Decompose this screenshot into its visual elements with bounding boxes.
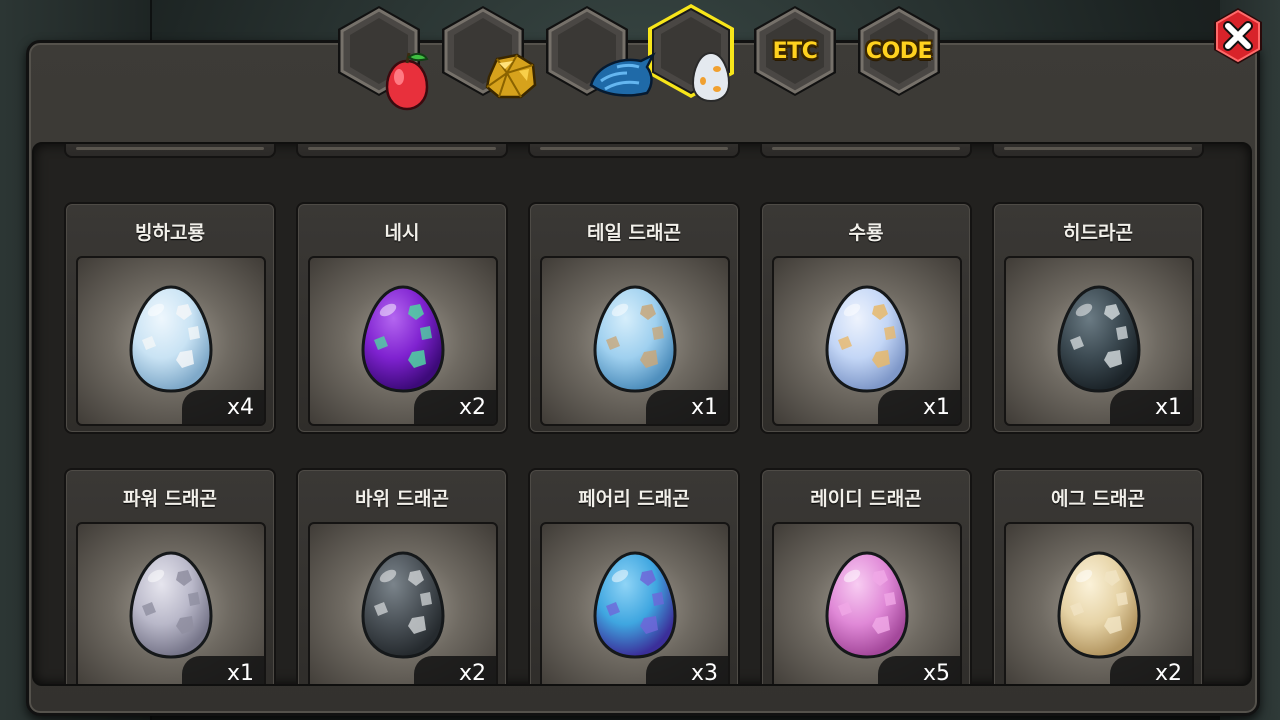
close-icon xyxy=(1214,8,1262,64)
egg-name: 네시 xyxy=(384,222,420,244)
item-count: x2 xyxy=(414,390,496,424)
item-count: x1 xyxy=(878,390,960,424)
item-slot: x1 xyxy=(540,256,730,426)
item-slot: x2 xyxy=(1004,522,1194,684)
item-count: x4 xyxy=(182,390,264,424)
card-stub xyxy=(64,144,276,158)
dragon-egg-icon xyxy=(593,551,677,659)
fruit-icon xyxy=(385,52,429,111)
egg-card[interactable]: 페어리 드래곤 x3 xyxy=(528,468,740,684)
egg-name: 에그 드래곤 xyxy=(1050,488,1145,510)
item-count: x1 xyxy=(182,656,264,684)
item-grid: 빙하고룡 x4 네시 x2 테일 드래곤 x1 수룡 x1 히드라곤 x1 파워 드래곤 x1 바위 드… xyxy=(32,142,1252,686)
tab-material[interactable] xyxy=(538,2,656,100)
egg-icon xyxy=(691,51,731,103)
dragon-scale-icon xyxy=(589,52,656,97)
egg-name: 테일 드래곤 xyxy=(586,222,681,244)
tab-code[interactable]: CODE xyxy=(850,2,948,100)
dragon-egg-icon xyxy=(361,285,445,393)
dragon-egg-icon xyxy=(129,285,213,393)
tab-fruit[interactable] xyxy=(330,2,429,111)
gold-ore-icon xyxy=(485,53,537,99)
dragon-egg-icon xyxy=(593,285,677,393)
egg-card[interactable]: 파워 드래곤 x1 xyxy=(64,468,276,684)
egg-name: 히드라곤 xyxy=(1063,222,1133,244)
item-count: x2 xyxy=(1110,656,1192,684)
item-count: x5 xyxy=(878,656,960,684)
egg-name: 레이디 드래곤 xyxy=(810,488,922,510)
card-stub xyxy=(528,144,740,158)
item-slot: x1 xyxy=(772,256,962,426)
egg-card[interactable]: 네시 x2 xyxy=(296,202,508,434)
close-button[interactable] xyxy=(1208,6,1268,66)
dragon-egg-icon xyxy=(825,551,909,659)
egg-name: 수룡 xyxy=(848,222,884,244)
egg-card[interactable]: 히드라곤 x1 xyxy=(992,202,1204,434)
item-count: x3 xyxy=(646,656,728,684)
tab-code-label: CODE xyxy=(865,38,933,64)
egg-name: 바위 드래곤 xyxy=(354,488,449,510)
dragon-egg-icon xyxy=(1057,285,1141,393)
item-slot: x3 xyxy=(540,522,730,684)
item-slot: x2 xyxy=(308,522,498,684)
egg-name: 페어리 드래곤 xyxy=(578,488,690,510)
tab-etc[interactable]: ETC xyxy=(746,2,844,100)
egg-name: 빙하고룡 xyxy=(135,222,205,244)
dragon-egg-icon xyxy=(361,551,445,659)
item-slot: x1 xyxy=(1004,256,1194,426)
item-slot: x5 xyxy=(772,522,962,684)
card-stub xyxy=(992,144,1204,158)
item-slot: x4 xyxy=(76,256,266,426)
item-slot: x2 xyxy=(308,256,498,426)
egg-card[interactable]: 바위 드래곤 x2 xyxy=(296,468,508,684)
category-tabs: ETC CODE xyxy=(330,2,954,111)
item-slot: x1 xyxy=(76,522,266,684)
dragon-egg-icon xyxy=(1057,551,1141,659)
tab-ore[interactable] xyxy=(434,2,537,100)
dragon-egg-icon xyxy=(825,285,909,393)
dragon-egg-icon xyxy=(129,551,213,659)
egg-card[interactable]: 테일 드래곤 x1 xyxy=(528,202,740,434)
egg-name: 파워 드래곤 xyxy=(122,488,217,510)
item-count: x2 xyxy=(414,656,496,684)
card-stub xyxy=(760,144,972,158)
card-stub xyxy=(296,144,508,158)
item-count: x1 xyxy=(646,390,728,424)
egg-card[interactable]: 에그 드래곤 x2 xyxy=(992,468,1204,684)
egg-card[interactable]: 레이디 드래곤 x5 xyxy=(760,468,972,684)
egg-card[interactable]: 수룡 x1 xyxy=(760,202,972,434)
item-count: x1 xyxy=(1110,390,1192,424)
tab-etc-label: ETC xyxy=(772,38,818,64)
egg-card[interactable]: 빙하고룡 x4 xyxy=(64,202,276,434)
